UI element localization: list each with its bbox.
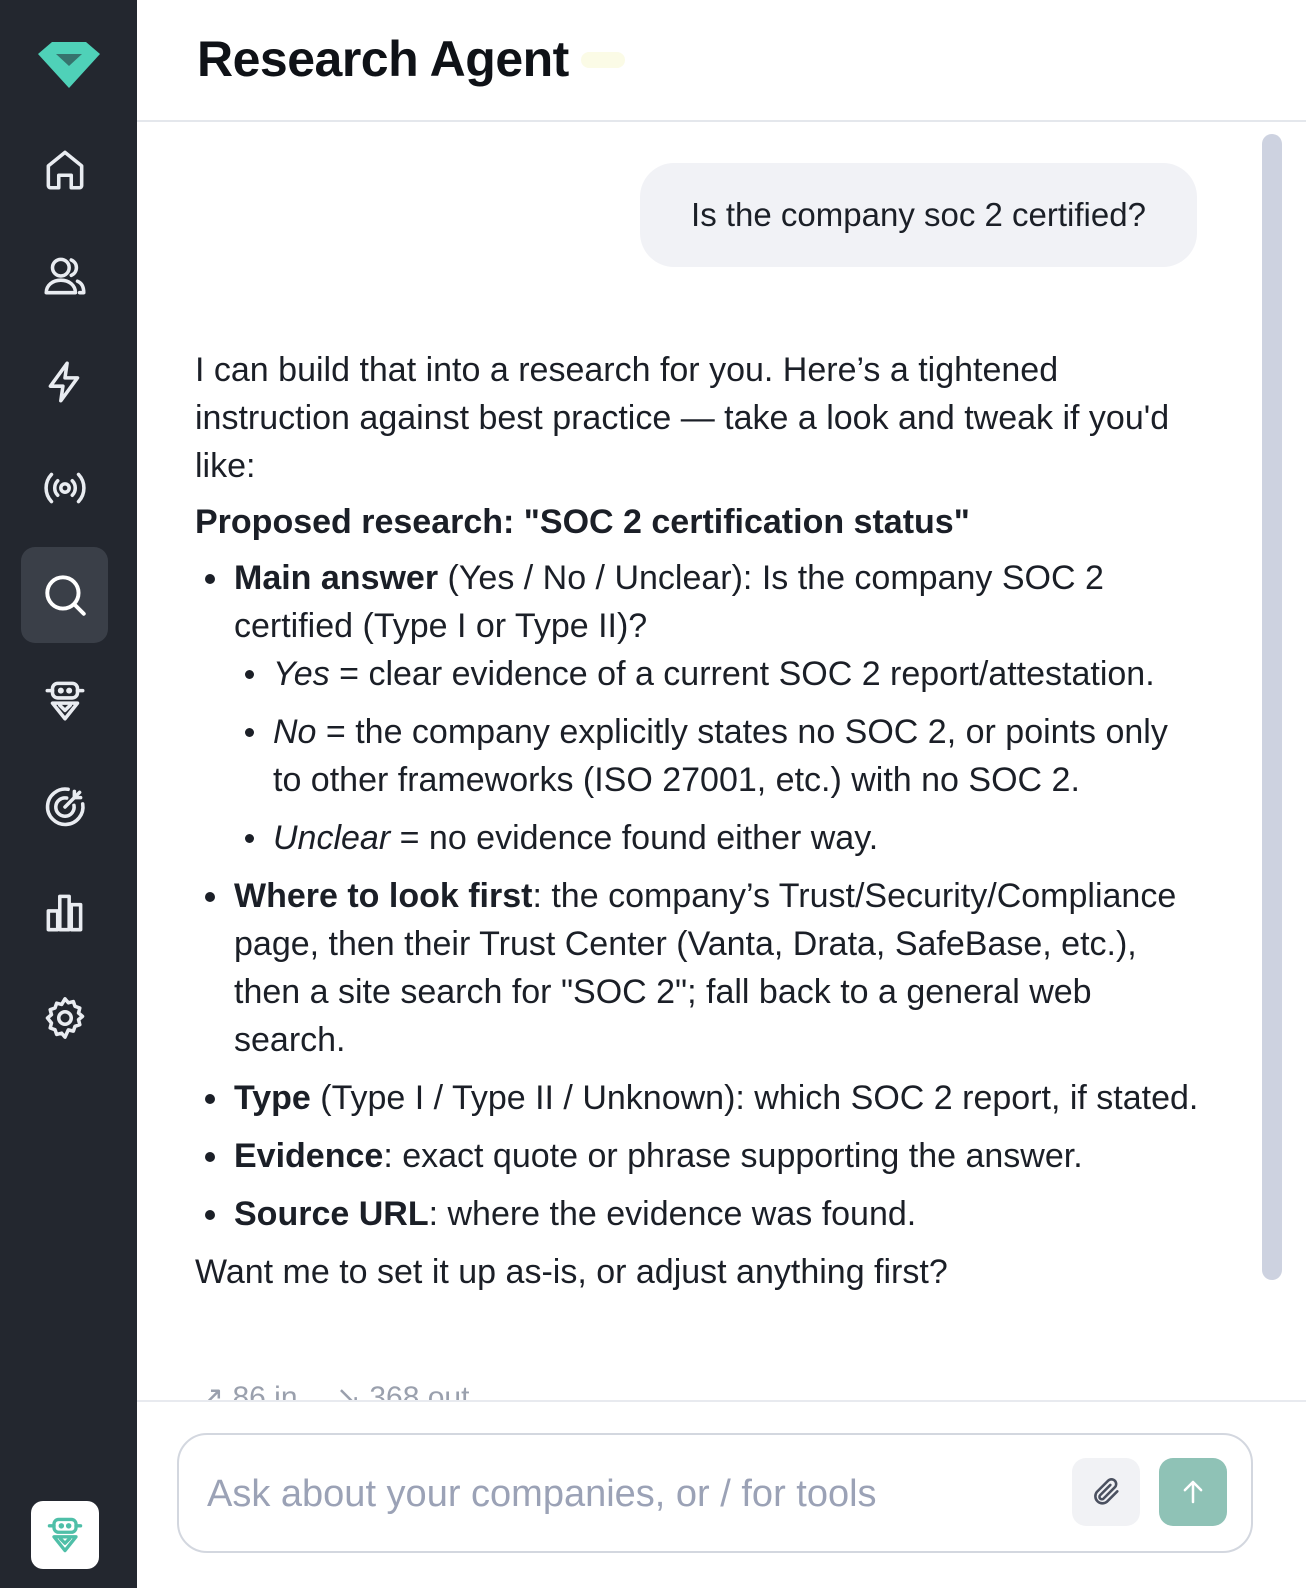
option-term: Unclear <box>273 819 391 857</box>
field-label: Type <box>234 1079 311 1117</box>
brand-logo-icon[interactable] <box>36 40 102 90</box>
option-description: = no evidence found either way. <box>390 819 879 857</box>
field-label: Source URL <box>234 1195 429 1233</box>
attach-button[interactable] <box>1072 1458 1140 1526</box>
option-term: No <box>273 713 317 751</box>
users-icon <box>43 257 86 295</box>
sidebar-item-signals[interactable] <box>21 440 108 536</box>
assistant-message: I can build that into a research for you… <box>195 346 1205 1296</box>
tokens-out: ↘ 368 out <box>335 1381 470 1400</box>
list-item: Evidence: exact quote or phrase supporti… <box>195 1132 1205 1180</box>
message-composer <box>177 1433 1253 1553</box>
sidebar-item-automations[interactable] <box>21 334 108 430</box>
sidebar-item-agents[interactable] <box>21 652 108 748</box>
message-input[interactable] <box>207 1465 1047 1523</box>
sidebar-item-analytics[interactable] <box>21 865 108 961</box>
sidebar-item-settings[interactable] <box>21 970 108 1066</box>
search-icon <box>44 575 86 616</box>
option-term: Yes <box>273 655 330 693</box>
arrow-up-icon <box>1183 1480 1203 1504</box>
list-item: Type (Type I / Type II / Unknown): which… <box>195 1074 1205 1122</box>
list-item: Main answer (Yes / No / Unclear): Is the… <box>195 554 1205 862</box>
robot-icon <box>45 681 84 721</box>
page-title: Research Agent <box>197 31 569 87</box>
send-button[interactable] <box>1159 1458 1227 1526</box>
assistant-intro: I can build that into a research for you… <box>195 351 1170 485</box>
title-status-pill <box>581 52 625 68</box>
research-fields-list: Main answer (Yes / No / Unclear): Is the… <box>195 554 1205 1238</box>
robot-icon <box>47 1517 83 1553</box>
field-label: Evidence <box>234 1137 384 1175</box>
list-item: No = the company explicitly states no SO… <box>234 708 1205 804</box>
list-item: Source URL: where the evidence was found… <box>195 1190 1205 1238</box>
sidebar-item-companies[interactable] <box>21 228 108 324</box>
option-description: = clear evidence of a current SOC 2 repo… <box>329 655 1155 693</box>
chat-scrollbar[interactable] <box>1262 134 1282 1280</box>
option-description: = the company explicitly states no SOC 2… <box>273 713 1168 799</box>
sidebar-item-research[interactable] <box>21 547 108 643</box>
list-item: Yes = clear evidence of a current SOC 2 … <box>234 650 1205 698</box>
home-icon <box>46 150 83 190</box>
proposed-research-heading: Proposed research: "SOC 2 certification … <box>195 503 970 541</box>
field-description: (Type I / Type II / Unknown): which SOC … <box>310 1079 1199 1117</box>
chat-thread: Is the company soc 2 certified? I can bu… <box>137 124 1288 1400</box>
sidebar <box>0 0 137 1588</box>
field-label: Main answer <box>234 559 439 597</box>
lightning-icon <box>48 361 79 403</box>
agent-avatar[interactable] <box>31 1501 99 1569</box>
page-header: Research Agent <box>137 0 1306 122</box>
user-message-bubble: Is the company soc 2 certified? <box>640 163 1197 267</box>
field-description: : exact quote or phrase supporting the a… <box>383 1137 1083 1175</box>
list-item: Unclear = no evidence found either way. <box>234 814 1205 862</box>
assistant-closing: Want me to set it up as-is, or adjust an… <box>195 1253 948 1291</box>
token-usage: ↗ 86 in ↘ 368 out <box>199 1380 499 1400</box>
target-icon <box>45 787 85 827</box>
paperclip-icon <box>1094 1478 1119 1505</box>
field-description: : where the evidence was found. <box>428 1195 917 1233</box>
sidebar-item-targets[interactable] <box>21 759 108 855</box>
field-label: Where to look first <box>234 877 533 915</box>
tokens-in: ↗ 86 in <box>199 1381 298 1400</box>
list-item: Where to look first: the company’s Trust… <box>195 872 1205 1064</box>
bar-chart-icon <box>46 894 82 932</box>
sidebar-item-home[interactable] <box>21 121 108 217</box>
answer-options-list: Yes = clear evidence of a current SOC 2 … <box>234 650 1205 862</box>
gear-icon <box>45 997 84 1039</box>
broadcast-icon <box>43 472 86 504</box>
